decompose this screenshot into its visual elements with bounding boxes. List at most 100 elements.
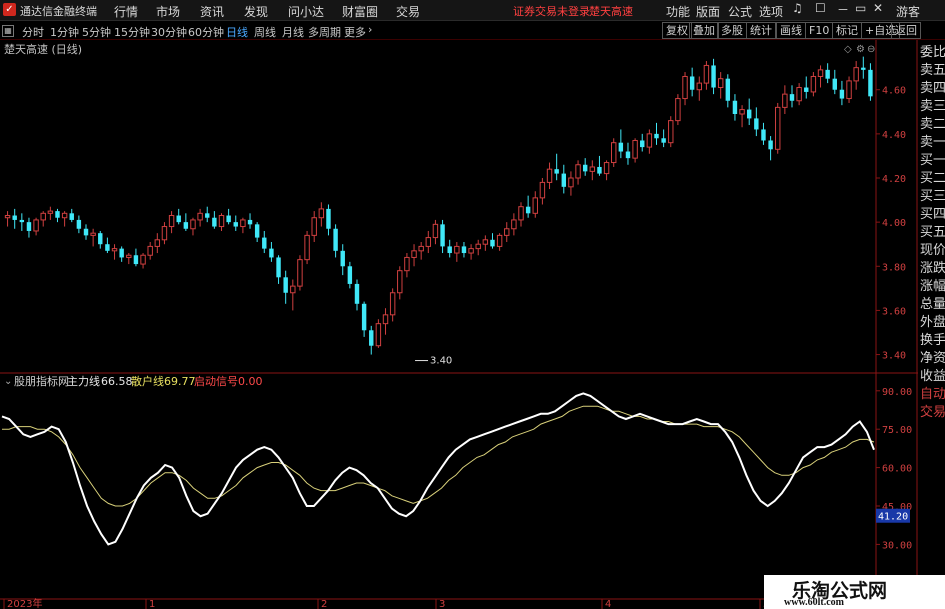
price-tick-label: 4.60 — [882, 86, 906, 97]
quote-label: 卖二 — [920, 117, 945, 132]
candle-body — [197, 212, 203, 221]
tab-monthly[interactable]: 月线 — [282, 24, 304, 40]
user-label[interactable]: 游客 — [896, 3, 920, 20]
menu-discover[interactable]: 发现 — [244, 3, 268, 20]
candle-body — [754, 118, 759, 130]
candle-body — [711, 65, 716, 88]
menu-quotes[interactable]: 行情 — [114, 3, 138, 20]
restore-icon[interactable]: ▭ — [855, 1, 866, 15]
calendar-icon[interactable]: ▦ — [2, 25, 14, 37]
quote-label: 买二 — [920, 171, 945, 186]
diamond-icon[interactable]: ◇ — [844, 44, 852, 55]
watermark: 乐淘公式网 www.60lt.com — [764, 575, 945, 609]
tab-1min[interactable]: 1分钟 — [50, 24, 79, 40]
menu-wealth[interactable]: 财富圈 — [342, 3, 378, 20]
chevron-right-icon[interactable]: › — [368, 23, 372, 36]
menu-news[interactable]: 资讯 — [200, 3, 224, 20]
candle-body — [846, 80, 852, 100]
tab-60min[interactable]: 60分钟 — [188, 24, 224, 40]
restore-rights-button[interactable]: 复权 — [662, 22, 692, 39]
candle-body — [568, 177, 574, 188]
quote-label: 委比 — [920, 45, 945, 60]
minus-icon[interactable]: ⊖ — [867, 44, 875, 55]
candle-body — [19, 219, 25, 223]
candle-body — [254, 224, 260, 238]
tab-more[interactable]: 更多 — [344, 24, 366, 40]
candle-body — [12, 215, 17, 220]
candle-body — [90, 232, 96, 236]
f10-button[interactable]: F10 — [805, 22, 834, 39]
candle-body — [532, 197, 538, 214]
candle-body — [147, 245, 153, 256]
candle-body — [126, 254, 132, 258]
menu-trade[interactable]: 交易 — [396, 3, 420, 20]
candle-body — [4, 215, 11, 219]
candle-body — [318, 208, 325, 219]
dropdown-icon[interactable]: ⌄ — [4, 376, 12, 387]
candle-body — [111, 248, 118, 252]
candle-body — [597, 166, 602, 174]
candle-body — [105, 244, 110, 251]
candle-body — [411, 250, 417, 258]
tab-30min[interactable]: 30分钟 — [151, 24, 187, 40]
tab-intraday[interactable]: 分时 — [22, 24, 44, 40]
price-tick-label: 3.80 — [882, 262, 906, 273]
candle-body — [575, 164, 581, 179]
candle-body — [853, 67, 859, 82]
tab-5min[interactable]: 5分钟 — [82, 24, 111, 40]
candle-body — [504, 228, 510, 236]
chart-area[interactable]: 4.753.40 4.604.404.204.003.803.603.40 90… — [0, 40, 918, 609]
tab-15min[interactable]: 15分钟 — [114, 24, 150, 40]
menu-function[interactable]: 功能 — [666, 3, 690, 20]
candle-body — [746, 109, 752, 119]
candle-body — [333, 228, 338, 251]
candle-body — [482, 239, 489, 245]
back-button[interactable]: 返回 — [891, 22, 921, 39]
mark-button[interactable]: 标记 — [832, 22, 862, 39]
candle-body — [440, 224, 445, 247]
tab-daily[interactable]: 日线 — [226, 24, 248, 40]
minimize-icon[interactable]: － — [837, 1, 849, 18]
draw-line-button[interactable]: 画线 — [776, 22, 806, 39]
multi-stock-button[interactable]: 多股 — [717, 22, 747, 39]
message-icon[interactable]: ☐ — [815, 1, 826, 15]
price-tick-label: 3.60 — [882, 306, 906, 317]
candle-body — [233, 222, 238, 227]
gear-icon[interactable]: ⚙ — [856, 44, 865, 55]
candle-body — [397, 270, 403, 294]
candle-body — [490, 239, 495, 247]
menu-ask[interactable]: 问小达 — [288, 3, 324, 20]
overlay-button[interactable]: 叠加 — [689, 22, 719, 39]
menu-formula[interactable]: 公式 — [728, 3, 752, 20]
login-notice[interactable]: 证券交易未登录 — [513, 3, 590, 19]
bell-icon[interactable]: ♫ — [792, 1, 803, 15]
candle-body — [425, 237, 432, 247]
stock-notice: 楚天高速 — [589, 5, 633, 18]
tab-weekly[interactable]: 周线 — [254, 24, 276, 40]
candle-body — [269, 248, 274, 258]
menu-market[interactable]: 市场 — [156, 3, 180, 20]
candle-body — [40, 212, 46, 221]
candle-body — [212, 217, 217, 227]
candle-body — [518, 206, 524, 221]
candle-body — [468, 248, 474, 254]
tab-multi-period[interactable]: 多周期 — [308, 24, 341, 40]
menu-layout[interactable]: 版面 — [696, 3, 720, 20]
candle-body — [369, 330, 374, 346]
close-icon[interactable]: ✕ — [873, 1, 883, 15]
candle-body — [447, 246, 452, 254]
quote-label: 自动 — [920, 387, 945, 402]
price-tick-label: 4.40 — [882, 130, 906, 141]
low-marker-label: 3.40 — [430, 356, 452, 367]
candle-body — [511, 219, 517, 230]
indicator-tick-label: 60.00 — [882, 464, 912, 475]
legend-main-value: 66.58 — [101, 375, 133, 388]
time-axis-label: 1 — [149, 599, 155, 609]
candle-body — [682, 75, 688, 100]
quote-label: 卖一 — [920, 135, 945, 150]
candle-body — [632, 139, 638, 159]
candle-body — [661, 138, 666, 143]
statistics-button[interactable]: 统计 — [746, 22, 776, 39]
menu-options[interactable]: 选项 — [759, 3, 783, 20]
candle-body — [140, 254, 146, 265]
